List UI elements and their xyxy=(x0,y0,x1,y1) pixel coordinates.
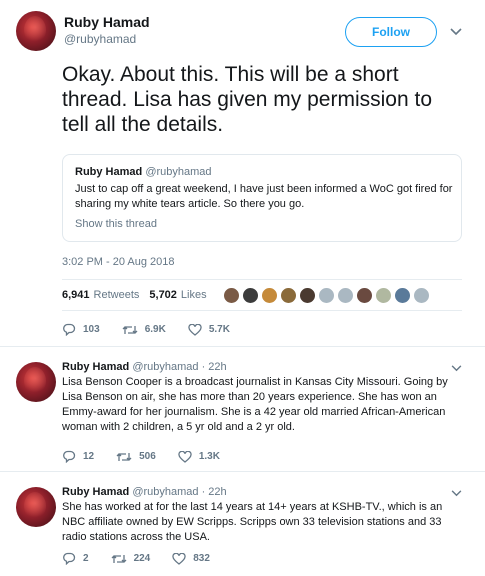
retweet-count: 224 xyxy=(133,553,151,564)
liker-avatar[interactable] xyxy=(279,286,297,304)
liker-avatar[interactable] xyxy=(260,286,278,304)
reply-button[interactable]: 2 xyxy=(62,552,89,565)
liker-avatar[interactable] xyxy=(317,286,335,304)
liker-avatar[interactable] xyxy=(222,286,240,304)
quoted-tweet[interactable]: Ruby Hamad @rubyhamad Just to cap off a … xyxy=(62,154,462,242)
author-handle[interactable]: @rubyhamad xyxy=(64,32,136,46)
liker-avatar[interactable] xyxy=(355,286,373,304)
avatar[interactable] xyxy=(16,487,56,527)
liker-avatar[interactable] xyxy=(374,286,392,304)
like-button[interactable]: 5.7K xyxy=(188,323,230,336)
tweet-text: Okay. About this. This will be a short t… xyxy=(62,63,433,136)
retweet-icon xyxy=(122,325,138,334)
tweet-actions: 2 224 832 xyxy=(62,552,232,565)
handle-time[interactable]: @rubyhamad · 22h xyxy=(132,486,226,498)
like-count: 5.7K xyxy=(208,324,230,335)
reply-count: 2 xyxy=(83,553,89,564)
reply-tweet[interactable]: Ruby Hamad @rubyhamad · 22h Lisa Benson … xyxy=(0,347,485,472)
main-tweet: Ruby Hamad @rubyhamad Follow Okay. About… xyxy=(0,0,485,347)
engagement-stats: 6,941 Retweets 5,702 Likes xyxy=(62,279,462,311)
avatar[interactable] xyxy=(16,11,56,51)
author-name[interactable]: Ruby Hamad xyxy=(62,361,129,373)
retweet-button[interactable]: 506 xyxy=(116,451,156,463)
quoted-text: Just to cap off a great weekend, I have … xyxy=(75,183,453,210)
like-count: 832 xyxy=(193,553,210,564)
retweet-count: 6.9K xyxy=(144,324,166,335)
liker-avatar[interactable] xyxy=(412,286,430,304)
tweet-timestamp[interactable]: 3:02 PM - 20 Aug 2018 xyxy=(62,256,175,268)
quoted-author-name: Ruby Hamad xyxy=(75,166,143,178)
follow-button[interactable]: Follow xyxy=(345,17,437,47)
retweets-count[interactable]: 6,941 xyxy=(62,289,90,301)
show-thread-link[interactable]: Show this thread xyxy=(75,218,449,230)
author-name[interactable]: Ruby Hamad xyxy=(62,486,129,498)
like-button[interactable]: 1.3K xyxy=(178,450,220,463)
retweets-label[interactable]: Retweets xyxy=(94,289,140,301)
avatar[interactable] xyxy=(16,362,56,402)
liker-avatar[interactable] xyxy=(393,286,411,304)
quoted-header: Ruby Hamad @rubyhamad xyxy=(75,165,449,179)
liker-avatar[interactable] xyxy=(336,286,354,304)
reply-header: Ruby Hamad @rubyhamad · 22h xyxy=(62,486,227,498)
reply-tweet[interactable]: Ruby Hamad @rubyhamad · 22h She has work… xyxy=(0,472,485,576)
chevron-down-icon[interactable] xyxy=(449,486,463,500)
chevron-down-icon[interactable] xyxy=(449,25,463,39)
reply-button[interactable]: 103 xyxy=(62,323,100,336)
heart-icon xyxy=(172,552,186,565)
reply-count: 12 xyxy=(83,451,95,462)
reply-icon xyxy=(63,450,76,463)
liker-avatar[interactable] xyxy=(298,286,316,304)
liker-avatar[interactable] xyxy=(241,286,259,304)
heart-icon xyxy=(188,323,202,336)
chevron-down-icon[interactable] xyxy=(449,361,463,375)
reply-header: Ruby Hamad @rubyhamad · 22h xyxy=(62,361,227,373)
like-button[interactable]: 832 xyxy=(172,552,210,565)
heart-icon xyxy=(178,450,192,463)
retweet-count: 506 xyxy=(139,451,156,462)
tweet-text: She has worked at for the last 14 years … xyxy=(62,501,443,543)
retweet-button[interactable]: 224 xyxy=(111,553,151,565)
tweet-text: Lisa Benson Cooper is a broadcast journa… xyxy=(62,376,448,433)
likes-count[interactable]: 5,702 xyxy=(149,289,177,301)
like-count: 1.3K xyxy=(198,451,220,462)
likes-label[interactable]: Likes xyxy=(181,289,207,301)
reply-count: 103 xyxy=(83,324,100,335)
handle-time[interactable]: @rubyhamad · 22h xyxy=(132,361,226,373)
retweet-icon xyxy=(116,452,132,461)
liker-avatars xyxy=(222,286,432,304)
tweet-actions: 12 506 1.3K xyxy=(62,450,242,463)
quoted-author-handle: @rubyhamad xyxy=(145,166,212,178)
retweet-button[interactable]: 6.9K xyxy=(122,324,166,336)
tweet-actions: 103 6.9K 5.7K xyxy=(62,323,252,336)
reply-icon xyxy=(63,552,76,565)
reply-button[interactable]: 12 xyxy=(62,450,94,463)
author-name[interactable]: Ruby Hamad xyxy=(64,14,150,30)
retweet-icon xyxy=(111,554,127,563)
reply-icon xyxy=(63,323,76,336)
